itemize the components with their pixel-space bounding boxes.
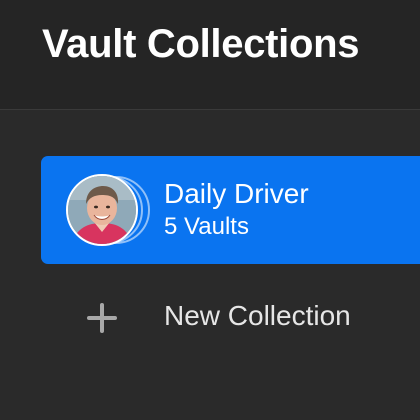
user-photo-icon <box>68 176 136 244</box>
new-collection-button[interactable]: New Collection <box>84 290 420 346</box>
page-title: Vault Collections <box>42 22 360 66</box>
collection-name: Daily Driver <box>164 178 309 209</box>
collection-item-daily-driver[interactable]: Daily Driver 5 Vaults <box>41 156 420 264</box>
collection-vault-count: 5 Vaults <box>164 213 249 240</box>
collection-text: Daily Driver 5 Vaults <box>164 178 309 242</box>
plus-icon <box>84 301 120 337</box>
avatar-stack <box>66 174 156 246</box>
app-window: Vault Collections Daily Driver 5 Vaults … <box>0 0 420 420</box>
collection-list: Daily Driver 5 Vaults New Collection <box>0 110 420 420</box>
header: Vault Collections <box>0 0 420 110</box>
avatar <box>66 174 138 246</box>
new-collection-label: New Collection <box>164 300 351 331</box>
